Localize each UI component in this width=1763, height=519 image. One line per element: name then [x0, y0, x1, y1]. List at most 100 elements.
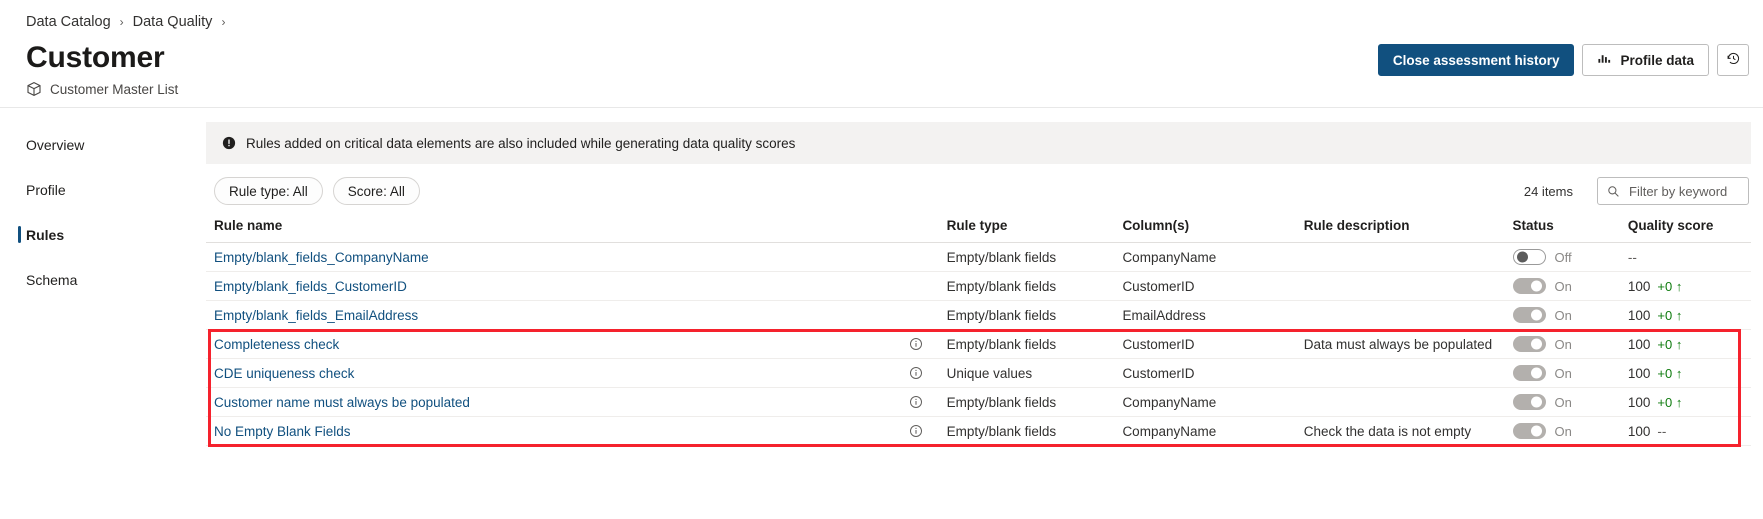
cell-column: EmailAddress [1122, 301, 1303, 330]
sidebar-item-label: Profile [26, 182, 66, 198]
sidebar-item-overview[interactable]: Overview [0, 130, 200, 159]
table-header-row: Rule name Rule type Column(s) Rule descr… [206, 218, 1751, 243]
breadcrumb-item-data-catalog[interactable]: Data Catalog [26, 14, 111, 30]
column-header-info-spacer [909, 218, 946, 243]
items-count: 24 items [1524, 184, 1573, 199]
cell-rule-name: Completeness check [206, 330, 909, 359]
quality-score-value: 100 [1628, 279, 1651, 294]
rule-name-link[interactable]: Empty/blank_fields_EmailAddress [214, 308, 418, 323]
cell-rule-description [1304, 301, 1513, 330]
cell-rule-info [909, 417, 946, 446]
status-toggle[interactable] [1513, 278, 1546, 294]
cell-column: CompanyName [1122, 388, 1303, 417]
quality-score-value: 100 [1628, 395, 1651, 410]
rules-table-header: Rule name Rule type Column(s) Rule descr… [206, 218, 1751, 243]
cell-quality-score: 100 +0 ↑ [1628, 388, 1751, 417]
assessment-history-button[interactable] [1717, 44, 1749, 76]
breadcrumb: Data Catalog › Data Quality › [0, 0, 1763, 34]
filter-search-input[interactable] [1627, 183, 1739, 200]
status-label: On [1555, 279, 1572, 294]
search-icon [1607, 185, 1620, 198]
rules-table-wrapper: Rule name Rule type Column(s) Rule descr… [206, 218, 1751, 446]
sidebar-item-schema[interactable]: Schema [0, 265, 200, 294]
cell-status: On [1513, 388, 1628, 417]
column-header-quality-score[interactable]: Quality score [1628, 218, 1751, 243]
cell-status: On [1513, 301, 1628, 330]
rule-name-link[interactable]: Completeness check [214, 337, 339, 352]
table-row[interactable]: No Empty Blank FieldsEmpty/blank fieldsC… [206, 417, 1751, 446]
info-circle-icon[interactable] [909, 337, 923, 351]
cell-rule-description: Data must always be populated [1304, 330, 1513, 359]
status-label: On [1555, 308, 1572, 323]
cell-rule-type: Empty/blank fields [947, 388, 1123, 417]
table-row[interactable]: Completeness checkEmpty/blank fieldsCust… [206, 330, 1751, 359]
cell-rule-type: Empty/blank fields [947, 417, 1123, 446]
status-toggle[interactable] [1513, 336, 1546, 352]
column-header-rule-type[interactable]: Rule type [947, 218, 1123, 243]
sidebar-item-rules[interactable]: Rules [0, 220, 200, 249]
cell-rule-info [909, 330, 946, 359]
column-header-rule-description[interactable]: Rule description [1304, 218, 1513, 243]
rule-name-link[interactable]: CDE uniqueness check [214, 366, 354, 381]
cell-rule-name: Empty/blank_fields_EmailAddress [206, 301, 909, 330]
status-toggle[interactable] [1513, 394, 1546, 410]
rule-name-link[interactable]: Customer name must always be populated [214, 395, 470, 410]
status-label: On [1555, 424, 1572, 439]
cell-rule-name: No Empty Blank Fields [206, 417, 909, 446]
sidebar-item-label: Schema [26, 272, 77, 288]
column-header-columns[interactable]: Column(s) [1122, 218, 1303, 243]
cell-column: CompanyName [1122, 243, 1303, 272]
info-circle-icon[interactable] [909, 366, 923, 380]
profile-data-button[interactable]: Profile data [1582, 44, 1709, 76]
breadcrumb-item-data-quality[interactable]: Data Quality [133, 14, 213, 30]
rules-panel: Rules added on critical data elements ar… [200, 108, 1763, 519]
page-subtitle-label: Customer Master List [50, 82, 178, 97]
table-row[interactable]: CDE uniqueness check Unique valuesCustome… [206, 359, 1751, 388]
table-row[interactable]: Customer name must always be populated Em… [206, 388, 1751, 417]
toggle-knob [1531, 281, 1542, 292]
cell-rule-info [909, 272, 946, 301]
rule-type-filter-pill[interactable]: Rule type: All [214, 177, 323, 205]
table-row[interactable]: Empty/blank_fields_EmailAddressEmpty/bla… [206, 301, 1751, 330]
sidebar-item-profile[interactable]: Profile [0, 175, 200, 204]
column-header-status[interactable]: Status [1513, 218, 1628, 243]
cell-rule-info [909, 359, 946, 388]
status-toggle[interactable] [1513, 249, 1546, 265]
breadcrumb-separator-icon: › [221, 15, 225, 29]
score-filter-pill[interactable]: Score: All [333, 177, 420, 205]
status-toggle[interactable] [1513, 365, 1546, 381]
status-label: On [1555, 337, 1572, 352]
rule-name-link[interactable]: Empty/blank_fields_CustomerID [214, 279, 407, 294]
sidebar-item-label: Overview [26, 137, 84, 153]
cube-icon [26, 81, 42, 97]
toggle-knob [1531, 397, 1542, 408]
quality-score-delta: +0 ↑ [1657, 308, 1682, 323]
rule-name-link[interactable]: No Empty Blank Fields [214, 424, 351, 439]
status-toggle[interactable] [1513, 307, 1546, 323]
rule-name-link[interactable]: Empty/blank_fields_CompanyName [214, 250, 429, 265]
cell-rule-type: Unique values [947, 359, 1123, 388]
cell-rule-description [1304, 359, 1513, 388]
bar-chart-icon [1597, 51, 1612, 69]
cell-status: Off [1513, 243, 1628, 272]
cell-quality-score: -- [1628, 243, 1751, 272]
table-row[interactable]: Empty/blank_fields_CompanyNameEmpty/blan… [206, 243, 1751, 272]
table-row[interactable]: Empty/blank_fields_CustomerIDEmpty/blank… [206, 272, 1751, 301]
cell-rule-description [1304, 243, 1513, 272]
cell-rule-description [1304, 272, 1513, 301]
info-circle-icon[interactable] [909, 395, 923, 409]
cell-column: CustomerID [1122, 359, 1303, 388]
info-circle-icon[interactable] [909, 424, 923, 438]
column-header-rule-name[interactable]: Rule name [206, 218, 909, 243]
filter-search-box[interactable] [1597, 177, 1749, 205]
quality-score-value: 100 [1628, 308, 1651, 323]
quality-score-delta: +0 ↑ [1657, 395, 1682, 410]
quality-score-delta: +0 ↑ [1657, 279, 1682, 294]
cell-rule-name: Empty/blank_fields_CustomerID [206, 272, 909, 301]
close-assessment-history-button[interactable]: Close assessment history [1378, 44, 1575, 76]
quality-score-value: 100 [1628, 337, 1651, 352]
status-label: On [1555, 366, 1572, 381]
rules-table: Rule name Rule type Column(s) Rule descr… [206, 218, 1751, 446]
cell-quality-score: 100 +0 ↑ [1628, 301, 1751, 330]
status-toggle[interactable] [1513, 423, 1546, 439]
